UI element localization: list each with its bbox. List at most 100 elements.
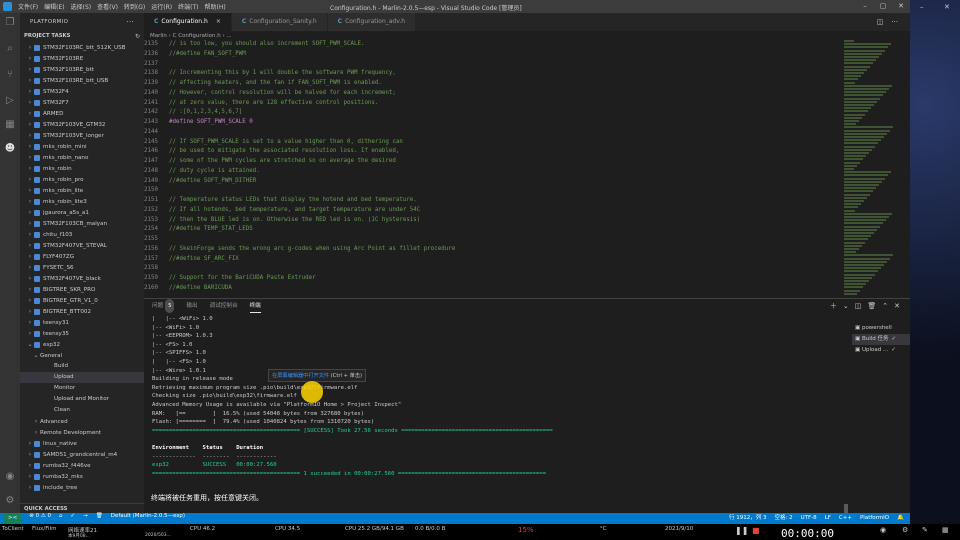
task-item-17[interactable]: › chitu_f103	[20, 229, 144, 240]
more-actions-icon[interactable]: ···	[126, 13, 134, 31]
task-item-10[interactable]: › mks_robin_nano	[20, 152, 144, 163]
task-item-31[interactable]: Monitor	[20, 383, 144, 394]
task-item-8[interactable]: › STM32F103VE_longer	[20, 130, 144, 141]
task-item-39[interactable]: › rumba32_mks	[20, 471, 144, 482]
quick-access-section[interactable]: QUICK ACCESS	[20, 503, 144, 513]
minimap[interactable]	[844, 40, 904, 298]
task-item-15[interactable]: › jgaurora_a5s_a1	[20, 207, 144, 218]
editor-tab-2[interactable]: C Configuration_adv.h	[327, 13, 417, 31]
task-item-7[interactable]: › STM32F103VE_GTM32	[20, 119, 144, 130]
stop-icon[interactable]: ■	[752, 526, 760, 535]
task-item-3[interactable]: › STM32F103RE_btt_USB	[20, 75, 144, 86]
task-item-37[interactable]: › SAMD51_grandcentral_m4	[20, 449, 144, 460]
menu-item-4[interactable]: 转到(G)	[124, 2, 145, 11]
project-env[interactable]: Default (Marlin-2.0.5—esp)	[111, 513, 185, 524]
task-item-25[interactable]: › teensy31	[20, 317, 144, 328]
panel-tab-0[interactable]: 问题 5	[152, 299, 175, 313]
source-control-icon[interactable]: ⑂	[4, 69, 16, 81]
chevron-down-icon[interactable]: ⌄	[843, 299, 849, 313]
code-editor[interactable]: 2135 // is too low, you should also incre…	[144, 40, 839, 298]
settings-icon[interactable]: ⚙	[902, 526, 908, 534]
menu-item-0[interactable]: 文件(F)	[18, 2, 38, 11]
task-item-4[interactable]: › STM32F4	[20, 86, 144, 97]
remote-indicator[interactable]: ><	[4, 513, 22, 524]
task-item-16[interactable]: › STM32F103CB_malyan	[20, 218, 144, 229]
editor-tab-0[interactable]: C Configuration.h ×	[144, 13, 232, 31]
window-close-icon[interactable]: ✕	[944, 3, 950, 11]
run-debug-icon[interactable]: ▷	[4, 95, 16, 107]
terminal-instance-0[interactable]: ▣ powershell	[852, 323, 910, 334]
clean-icon[interactable]: 🗑	[96, 513, 103, 524]
task-item-38[interactable]: › rumba32_f446ve	[20, 460, 144, 471]
indentation[interactable]: 空格: 2	[775, 513, 793, 524]
settings-gear-icon[interactable]: ⚙	[4, 495, 16, 507]
task-item-11[interactable]: › mks_robin	[20, 163, 144, 174]
task-item-12[interactable]: › mks_robin_pro	[20, 174, 144, 185]
project-tasks-section[interactable]: PROJECT TASKS ↻	[20, 31, 144, 42]
task-item-1[interactable]: › STM32F103RE	[20, 53, 144, 64]
terminal-instance-1[interactable]: ▣ Build 任务 ✓	[852, 334, 910, 345]
more-actions-icon[interactable]: ···	[891, 13, 898, 31]
search-icon[interactable]: ⌕	[4, 43, 16, 55]
terminal-output[interactable]: | |-- <WiFi> 1.0 |-- <WiFi> 1.0 |-- <EEPRO…	[152, 315, 842, 511]
task-item-13[interactable]: › mks_robin_lite	[20, 185, 144, 196]
task-item-28[interactable]: ⌄General	[20, 350, 144, 361]
grid-icon[interactable]: ▦	[942, 526, 949, 534]
problems-status[interactable]: ⊗ 0 ⚠ 0	[29, 513, 51, 524]
close-icon[interactable]: ✕	[892, 0, 910, 13]
task-item-14[interactable]: › mks_robin_lite3	[20, 196, 144, 207]
taskbar-item-0[interactable]: ToClient	[2, 526, 24, 532]
task-item-19[interactable]: › FLYF407ZG	[20, 251, 144, 262]
task-item-35[interactable]: › Remote Development	[20, 427, 144, 438]
new-terminal-icon[interactable]: ＋	[830, 299, 837, 313]
platformio-icon[interactable]: ☻	[4, 143, 16, 155]
task-item-26[interactable]: › teensy35	[20, 328, 144, 339]
window-minimize-icon[interactable]: –	[920, 3, 924, 11]
panel-tab-1[interactable]: 输出	[186, 299, 197, 313]
encoding[interactable]: UTF-8	[801, 513, 817, 524]
task-item-20[interactable]: › FYSETC_S6	[20, 262, 144, 273]
menu-item-6[interactable]: 终端(T)	[178, 2, 198, 11]
task-item-9[interactable]: › mks_robin_mini	[20, 141, 144, 152]
brush-icon[interactable]: ✎	[922, 526, 928, 534]
bell-icon[interactable]: 🔔	[897, 513, 904, 524]
platformio-status[interactable]: PlatformIO	[860, 513, 889, 524]
pause-icon[interactable]: ❚❚	[735, 526, 748, 535]
menu-item-3[interactable]: 查看(V)	[97, 2, 118, 11]
split-editor-icon[interactable]: ◫	[877, 13, 884, 31]
panel-tab-2[interactable]: 调试控制台	[210, 299, 238, 313]
task-item-27[interactable]: ⌄ esp32	[20, 339, 144, 350]
task-item-23[interactable]: › BIGTREE_GTR_V1_0	[20, 295, 144, 306]
home-icon[interactable]: ⌂	[59, 513, 63, 524]
task-item-40[interactable]: › include_tree	[20, 482, 144, 493]
refresh-icon[interactable]: ↻	[135, 31, 140, 42]
task-item-22[interactable]: › BIGTREE_SKR_PRO	[20, 284, 144, 295]
menu-item-2[interactable]: 选择(S)	[71, 2, 92, 11]
close-panel-icon[interactable]: ✕	[894, 299, 900, 313]
task-item-30[interactable]: Upload	[20, 372, 144, 383]
task-item-5[interactable]: › STM32F7	[20, 97, 144, 108]
chevron-up-icon[interactable]: ⌃	[882, 299, 888, 313]
task-item-0[interactable]: › STM32F103RC_btt_512K_USB	[20, 42, 144, 53]
split-terminal-icon[interactable]: ◫	[855, 299, 862, 313]
eol[interactable]: LF	[825, 513, 831, 524]
task-item-6[interactable]: › ARMED	[20, 108, 144, 119]
close-tab-icon[interactable]: ×	[216, 18, 221, 25]
terminal-instance-2[interactable]: ▣ Upload ... ✓	[852, 345, 910, 356]
camera-icon[interactable]: ◉	[880, 526, 886, 534]
task-item-29[interactable]: Build	[20, 361, 144, 372]
menu-item-7[interactable]: 帮助(H)	[204, 2, 225, 11]
taskbar-item-1[interactable]: Flux/Film	[32, 526, 56, 532]
task-item-24[interactable]: › BIGTREE_BTT002	[20, 306, 144, 317]
task-item-21[interactable]: › STM32F407VE_black	[20, 273, 144, 284]
task-item-18[interactable]: › STM32F407VE_STEVAL	[20, 240, 144, 251]
account-icon[interactable]: ◉	[4, 471, 16, 483]
upload-icon[interactable]: →	[83, 513, 88, 524]
task-item-33[interactable]: Clean	[20, 405, 144, 416]
cursor-position[interactable]: 行 1912，列 3	[729, 513, 767, 524]
explorer-icon[interactable]: ❐	[4, 17, 16, 29]
menu-item-5[interactable]: 运行(R)	[151, 2, 172, 11]
task-item-34[interactable]: › Advanced	[20, 416, 144, 427]
panel-tab-3[interactable]: 终端	[249, 299, 261, 313]
minimize-icon[interactable]: –	[856, 0, 874, 13]
